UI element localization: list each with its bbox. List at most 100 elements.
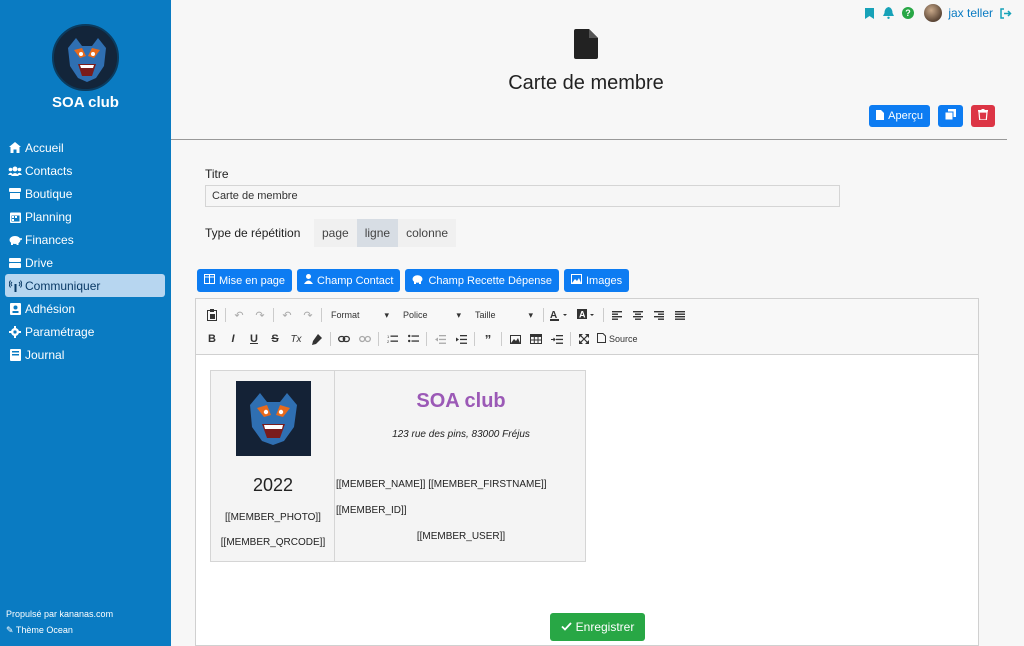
duplicate-button[interactable] [938,105,963,127]
theme-selector[interactable]: ✎ Thème Ocean [6,622,113,638]
sidebar-item-label: Drive [25,255,54,270]
title-label: Titre [205,167,229,181]
sidebar-item-contacts[interactable]: Contacts [5,159,165,182]
repetition-toggle: page ligne colonne [314,219,457,247]
member-card-table[interactable]: 2022 [[MEMBER_PHOTO]] [[MEMBER_QRCODE]] … [210,370,586,562]
align-left-icon[interactable] [609,307,625,323]
action-buttons: Aperçu [869,105,995,127]
sidebar-item-parametrage[interactable]: Paramétrage [5,320,165,343]
font-dropdown[interactable]: Police ▾ [399,307,465,323]
users-icon [8,164,22,178]
sidebar-item-boutique[interactable]: Boutique [5,182,165,205]
bell-icon[interactable] [882,7,895,20]
layout-icon [204,274,215,287]
rich-text-editor: ↶ ↷ ↶ ↷ Format ▾ Police ▾ Taille ▾ A A B I … [195,298,979,646]
contact-field-label: Champ Contact [317,274,394,287]
image-icon[interactable] [507,331,523,347]
sidebar-item-drive[interactable]: Drive [5,251,165,274]
sidebar-item-planning[interactable]: Planning [5,205,165,228]
svg-text:2: 2 [387,339,390,344]
repetition-option-colonne[interactable]: colonne [398,219,457,247]
undo-alt-icon[interactable]: ↶ [279,307,295,323]
numbered-list-icon[interactable]: 12 [384,331,400,347]
editor-toolbar: ↶ ↷ ↶ ↷ Format ▾ Police ▾ Taille ▾ A A B I … [196,299,978,355]
member-qrcode-placeholder: [[MEMBER_QRCODE]] [220,537,326,548]
sidebar-nav: Accueil Contacts Boutique Planning Finan… [5,136,165,366]
clear-format-button[interactable]: Tx [288,331,304,347]
table-icon[interactable] [528,331,544,347]
sidebar-item-communiquer[interactable]: Communiquer [5,274,165,297]
title-input[interactable] [205,185,840,207]
images-label: Images [586,274,623,287]
size-dropdown[interactable]: Taille ▾ [471,307,537,323]
images-button[interactable]: Images [564,269,630,292]
redo-icon[interactable]: ↷ [252,307,268,323]
text-color-icon[interactable]: A [549,307,571,323]
calendar-icon [8,210,22,224]
font-label: Police [403,310,428,320]
logout-icon[interactable] [999,7,1012,20]
sidebar-item-label: Planning [25,209,72,224]
sidebar-item-journal[interactable]: Journal [5,343,165,366]
repetition-label: Type de répétition [205,226,301,240]
caret-down-icon: ▾ [456,309,461,320]
sidebar-item-finances[interactable]: Finances [5,228,165,251]
format-dropdown[interactable]: Format ▾ [327,307,393,323]
source-button[interactable]: Source [597,331,638,347]
trash-icon [978,109,988,123]
background-color-icon[interactable]: A [576,307,598,323]
repetition-option-ligne[interactable]: ligne [356,219,399,247]
align-justify-icon[interactable] [672,307,688,323]
indent-icon[interactable] [453,331,469,347]
username[interactable]: jax teller [948,6,993,20]
contact-field-button[interactable]: Champ Contact [297,269,401,292]
align-right-icon[interactable] [651,307,667,323]
sidebar-item-label: Adhésion [25,301,76,316]
drive-icon [8,256,22,270]
club-name: SOA club [52,94,119,111]
sidebar-item-label: Paramétrage [25,324,95,339]
piggy-bank-icon [412,274,424,287]
outdent-icon[interactable] [432,331,448,347]
source-label: Source [609,334,638,344]
layout-button[interactable]: Mise en page [197,269,293,292]
avatar[interactable] [924,4,943,22]
maximize-icon[interactable] [576,331,592,347]
delete-button[interactable] [971,105,995,127]
preview-button[interactable]: Aperçu [869,105,930,127]
card-left-cell[interactable]: 2022 [[MEMBER_PHOTO]] [[MEMBER_QRCODE]] [211,371,335,561]
help-icon[interactable]: ? [901,7,914,20]
bookmark-icon[interactable] [863,7,876,20]
income-expense-field-button[interactable]: Champ Recette Dépense [405,269,559,292]
theme-label: Thème Ocean [15,625,73,635]
bullet-list-icon[interactable] [405,331,421,347]
sidebar-item-accueil[interactable]: Accueil [5,136,165,159]
member-user-placeholder: [[MEMBER_USER]] [416,531,506,542]
page-break-icon[interactable] [549,331,565,347]
powered-by-link[interactable]: Propulsé par kananas.com [6,606,113,622]
gear-icon [8,325,22,339]
strikethrough-button[interactable]: S [267,331,283,347]
sidebar-item-adhesion[interactable]: Adhésion [5,297,165,320]
source-icon [597,332,606,346]
save-button[interactable]: Enregistrer [550,613,645,641]
underline-button[interactable]: U [246,331,262,347]
bold-button[interactable]: B [204,331,220,347]
italic-button[interactable]: I [225,331,241,347]
align-center-icon[interactable] [630,307,646,323]
copy-format-icon[interactable] [309,331,325,347]
unlink-icon[interactable] [357,331,373,347]
paste-icon[interactable] [204,307,220,323]
save-label: Enregistrer [575,620,635,634]
topbar: ? jax teller [863,4,1012,22]
blockquote-icon[interactable]: ” [480,331,496,347]
redo-alt-icon[interactable]: ↷ [300,307,316,323]
repetition-option-page[interactable]: page [314,219,357,247]
undo-icon[interactable]: ↶ [231,307,247,323]
sidebar-item-label: Journal [25,347,65,362]
link-icon[interactable] [336,331,352,347]
book-icon [8,348,22,362]
member-name-placeholder: [[MEMBER_NAME]] [[MEMBER_FIRSTNAME]] [336,479,547,490]
broadcast-icon [8,279,22,293]
size-label: Taille [475,310,496,320]
